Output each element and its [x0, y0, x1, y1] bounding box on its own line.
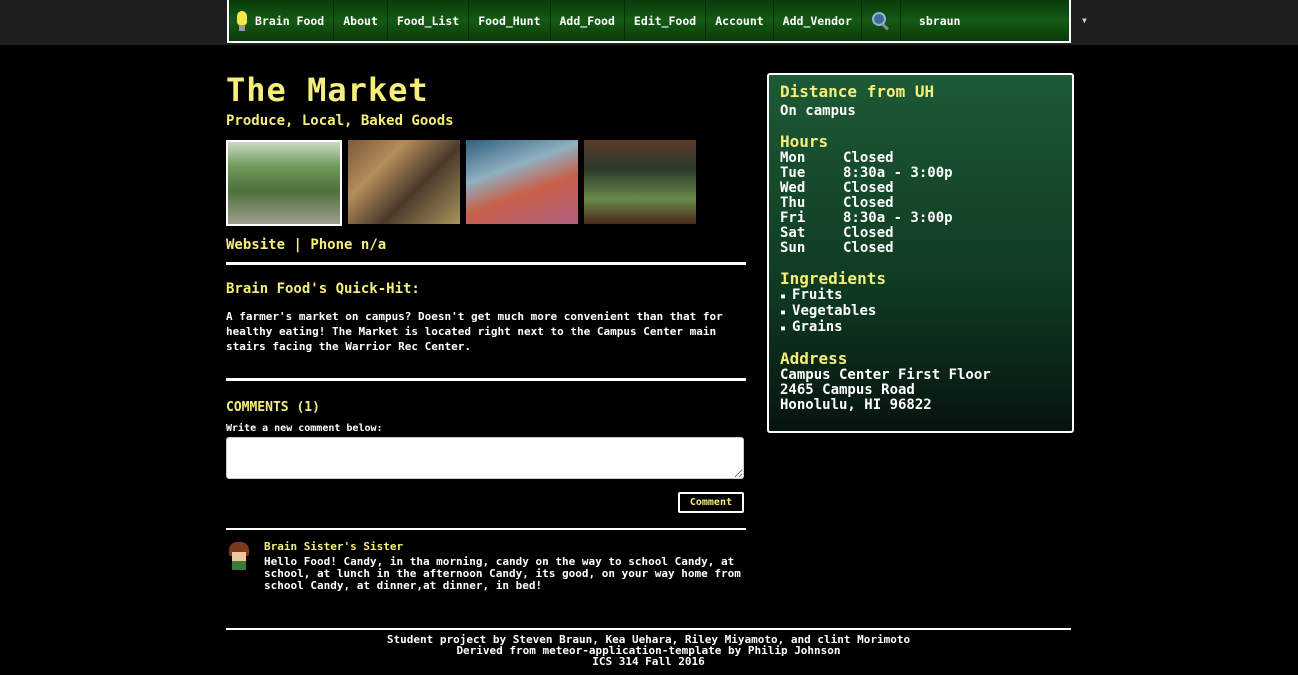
address-block: Campus Center First Floor 2465 Campus Ro… — [780, 368, 1072, 413]
comment-author: Brain Sister's Sister — [264, 540, 404, 553]
navbar: Brain Food About Food_List Food_Hunt Add… — [227, 0, 1071, 43]
ingredients-list: Fruits Vegetables Grains — [780, 288, 1072, 336]
nav-add-food[interactable]: Add_Food — [551, 0, 625, 41]
hours-time: 8:30a - 3:00p — [843, 165, 953, 181]
contact-links: Website | Phone n/a — [226, 237, 746, 253]
hours-time: Closed — [843, 150, 894, 166]
chevron-down-icon[interactable]: ▼ — [1082, 16, 1087, 25]
quickhit-text: A farmer's market on campus? Doesn't get… — [226, 310, 723, 353]
hours-row: Tue 8:30a - 3:00p — [780, 166, 1072, 181]
address-line: Campus Center First Floor — [780, 367, 991, 383]
address-heading: Address — [780, 349, 848, 368]
hours-row: Fri 8:30a - 3:00p — [780, 211, 1072, 226]
website-link[interactable]: Website — [226, 237, 285, 253]
comment-input[interactable] — [226, 437, 744, 479]
hours-day: Wed — [780, 180, 806, 196]
vendor-photo[interactable] — [466, 140, 578, 224]
hours-row: Sun Closed — [780, 241, 1072, 256]
lightbulb-icon — [237, 10, 247, 31]
hours-heading: Hours — [780, 132, 829, 151]
page-subtitle: Produce, Local, Baked Goods — [226, 113, 454, 129]
page-title: The Market — [226, 71, 429, 109]
phone-text: Phone n/a — [310, 237, 387, 253]
hours-row: Wed Closed — [780, 181, 1072, 196]
hours-time: Closed — [843, 225, 894, 241]
vendor-info-panel: Distance from UH On campus Hours Mon Clos… — [767, 73, 1074, 433]
distance-heading: Distance from UH — [780, 82, 935, 101]
divider — [226, 262, 746, 265]
divider — [226, 378, 746, 381]
hours-day: Thu — [780, 195, 806, 211]
nav-edit-food[interactable]: Edit_Food — [625, 0, 707, 41]
hours-row: Thu Closed — [780, 196, 1072, 211]
nav-food-list[interactable]: Food_List — [388, 0, 470, 41]
avatar — [226, 542, 252, 570]
address-line: Honolulu, HI 96822 — [780, 397, 932, 413]
search-icon — [871, 11, 891, 31]
address-line: 2465 Campus Road — [780, 382, 915, 398]
page-footer: Student project by Steven Braun, Kea Ueh… — [226, 628, 1071, 667]
ingredients-heading: Ingredients — [780, 269, 886, 288]
hours-day: Mon — [780, 150, 806, 166]
photo-gallery — [226, 140, 746, 226]
vendor-photo[interactable] — [584, 140, 696, 224]
hours-day: Fri — [780, 210, 806, 226]
nav-food-hunt[interactable]: Food_Hunt — [469, 0, 551, 41]
comment-button[interactable]: Comment — [677, 492, 744, 513]
hours-day: Tue — [780, 165, 806, 181]
footer-course: ICS 314 Fall 2016 — [592, 655, 705, 668]
hours-row: Mon Closed — [780, 151, 1072, 166]
link-separator: | — [293, 237, 302, 253]
ingredient-item: Vegetables — [780, 304, 1072, 320]
nav-about[interactable]: About — [334, 0, 388, 41]
vendor-photo[interactable] — [226, 140, 342, 226]
divider — [226, 528, 746, 530]
hours-time: Closed — [843, 195, 894, 211]
hours-list: Mon Closed Tue 8:30a - 3:00p Wed Closed Thu… — [780, 151, 1072, 256]
comment-prompt: Write a new comment below: — [226, 423, 383, 434]
brand-label: Brain Food — [255, 13, 325, 28]
user-menu[interactable]: sbraun — [901, 0, 970, 41]
hours-time: Closed — [843, 240, 894, 256]
distance-value: On campus — [780, 103, 856, 119]
ingredient-item: Grains — [780, 320, 1072, 336]
hours-row: Sat Closed — [780, 226, 1072, 241]
hours-day: Sun — [780, 240, 806, 256]
nav-account[interactable]: Account — [706, 0, 774, 41]
comments-heading: COMMENTS (1) — [226, 400, 320, 415]
hours-day: Sat — [780, 225, 806, 241]
comment-item: Brain Sister's Sister Hello Food! Candy,… — [226, 540, 746, 592]
brand-link[interactable]: Brain Food — [229, 0, 335, 41]
nav-add-vendor[interactable]: Add_Vendor — [774, 0, 862, 41]
search-button[interactable] — [862, 0, 901, 41]
ingredient-item: Fruits — [780, 288, 1072, 304]
hours-time: 8:30a - 3:00p — [843, 210, 953, 226]
vendor-main: The Market Produce, Local, Baked Goods W… — [226, 73, 746, 592]
comment-text: Hello Food! Candy, in tha morning, candy… — [264, 555, 741, 592]
quickhit-heading: Brain Food's Quick-Hit: — [226, 281, 420, 297]
vendor-photo[interactable] — [348, 140, 460, 224]
hours-time: Closed — [843, 180, 894, 196]
